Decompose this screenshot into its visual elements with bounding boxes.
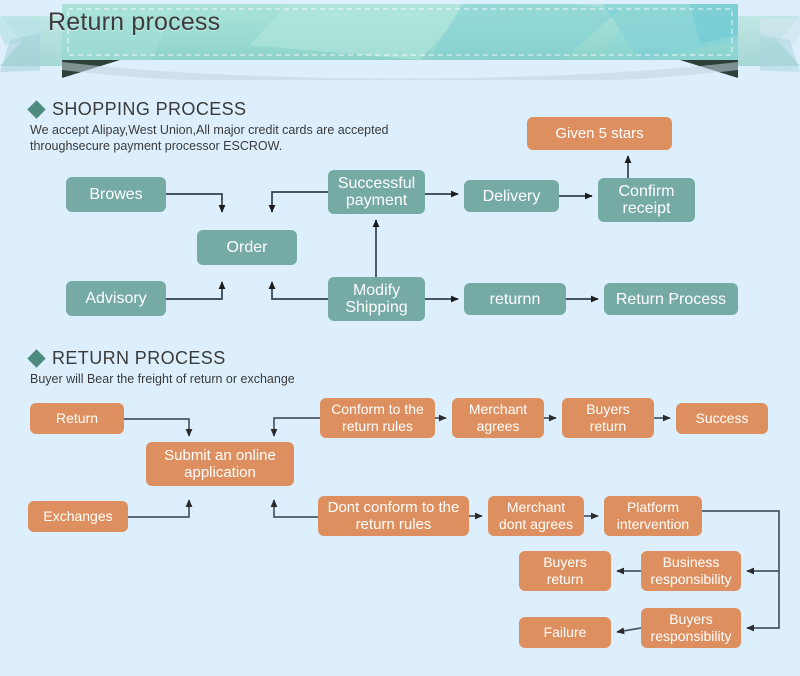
return-node-platform-intervention: Platform intervention	[604, 496, 702, 536]
return-node-success: Success	[676, 403, 768, 434]
diamond-bullet-icon	[27, 100, 46, 119]
shopping-description-line-2: throughsecure payment processor ESCROW.	[30, 139, 283, 153]
return-node-conform-to-return-rules: Conform to the return rules	[320, 398, 435, 438]
shopping-node-delivery: Delivery	[464, 180, 559, 212]
shopping-node-successful-payment: Successful payment	[328, 170, 425, 214]
return-node-exchanges: Exchanges	[28, 501, 128, 532]
diamond-bullet-icon	[27, 349, 46, 368]
page-banner: Return process	[0, 0, 800, 80]
return-process-title: RETURN PROCESS	[52, 348, 226, 368]
return-node-merchant-dont-agrees: Merchant dont agrees	[488, 496, 584, 536]
return-node-submit-online-application: Submit an online application	[146, 442, 294, 486]
shopping-node-modify-shipping: Modify Shipping	[328, 277, 425, 321]
shopping-node-given-5-stars: Given 5 stars	[527, 117, 672, 150]
shopping-node-advisory: Advisory	[66, 281, 166, 316]
return-process-description: Buyer will Bear the freight of return or…	[30, 372, 295, 386]
return-process-heading: RETURN PROCESS	[27, 348, 226, 369]
shopping-node-browes: Browes	[66, 177, 166, 212]
shopping-process-heading: SHOPPING PROCESS	[27, 99, 247, 120]
shopping-node-returnn: returnn	[464, 283, 566, 315]
shopping-node-return-process: Return Process	[604, 283, 738, 315]
page-title: Return process	[48, 8, 221, 36]
shopping-process-description: We accept Alipay,West Union,All major cr…	[30, 122, 550, 154]
return-node-buyers-return-top: Buyers return	[562, 398, 654, 438]
shopping-description-line-1: We accept Alipay,West Union,All major cr…	[30, 123, 389, 137]
shopping-process-title: SHOPPING PROCESS	[52, 99, 247, 119]
return-node-merchant-agrees: Merchant agrees	[452, 398, 544, 438]
return-node-dont-conform-to-return-rules: Dont conform to the return rules	[318, 496, 469, 536]
return-node-buyers-responsibility: Buyers responsibility	[641, 608, 741, 648]
return-node-buyers-return-bottom: Buyers return	[519, 551, 611, 591]
shopping-node-order: Order	[197, 230, 297, 265]
return-node-business-responsibility: Business responsibility	[641, 551, 741, 591]
shopping-node-confirm-receipt: Confirm receipt	[598, 178, 695, 222]
return-node-return: Return	[30, 403, 124, 434]
return-node-failure: Failure	[519, 617, 611, 648]
